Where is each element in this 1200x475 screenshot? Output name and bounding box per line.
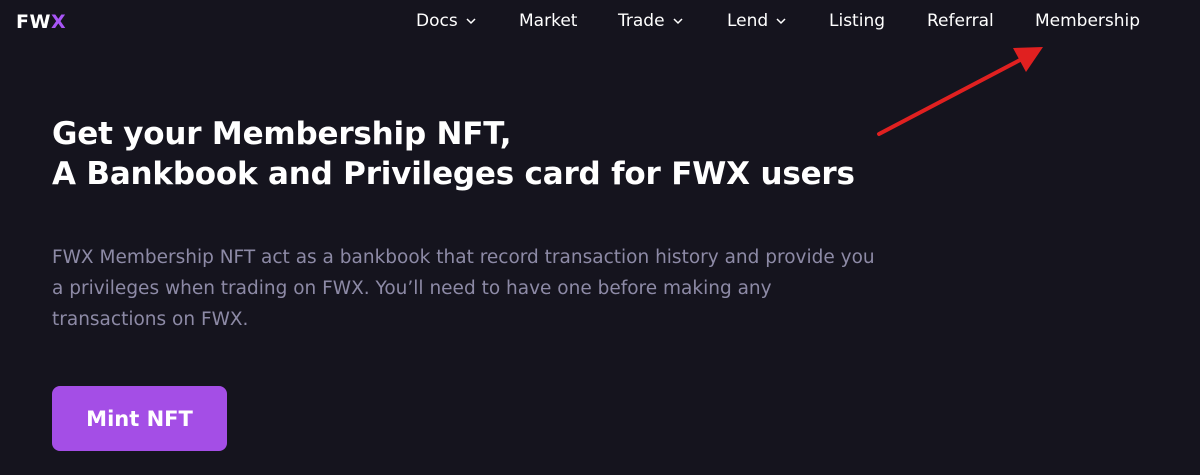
nav-item-label: Market bbox=[519, 11, 578, 31]
page-title: Get your Membership NFT, A Bankbook and … bbox=[52, 114, 952, 194]
top-nav: Docs Market Trade Lend Listing Referral … bbox=[0, 0, 1200, 42]
nav-item-label: Membership bbox=[1035, 11, 1141, 31]
nav-item-docs[interactable]: Docs bbox=[416, 9, 476, 33]
nav-item-label: Listing bbox=[829, 11, 886, 31]
nav-item-referral[interactable]: Referral bbox=[927, 9, 994, 33]
nav-item-trade[interactable]: Trade bbox=[618, 9, 683, 33]
mint-nft-button[interactable]: Mint NFT bbox=[52, 386, 227, 451]
page-title-line-1: Get your Membership NFT, bbox=[52, 116, 512, 152]
nav-item-listing[interactable]: Listing bbox=[829, 9, 885, 33]
chevron-down-icon bbox=[466, 18, 476, 25]
page-title-line-2: A Bankbook and Privileges card for FWX u… bbox=[52, 156, 855, 192]
chevron-down-icon bbox=[776, 18, 786, 25]
nav-item-label: Lend bbox=[727, 11, 769, 31]
nav-item-membership[interactable]: Membership bbox=[1035, 9, 1140, 33]
nav-item-label: Referral bbox=[927, 11, 994, 31]
nav-item-lend[interactable]: Lend bbox=[727, 9, 786, 33]
hero-description: FWX Membership NFT act as a bankbook tha… bbox=[52, 247, 875, 330]
nav-item-label: Docs bbox=[416, 11, 458, 31]
nav-item-label: Trade bbox=[618, 11, 665, 31]
chevron-down-icon bbox=[673, 18, 683, 25]
nav-item-market[interactable]: Market bbox=[519, 9, 577, 33]
